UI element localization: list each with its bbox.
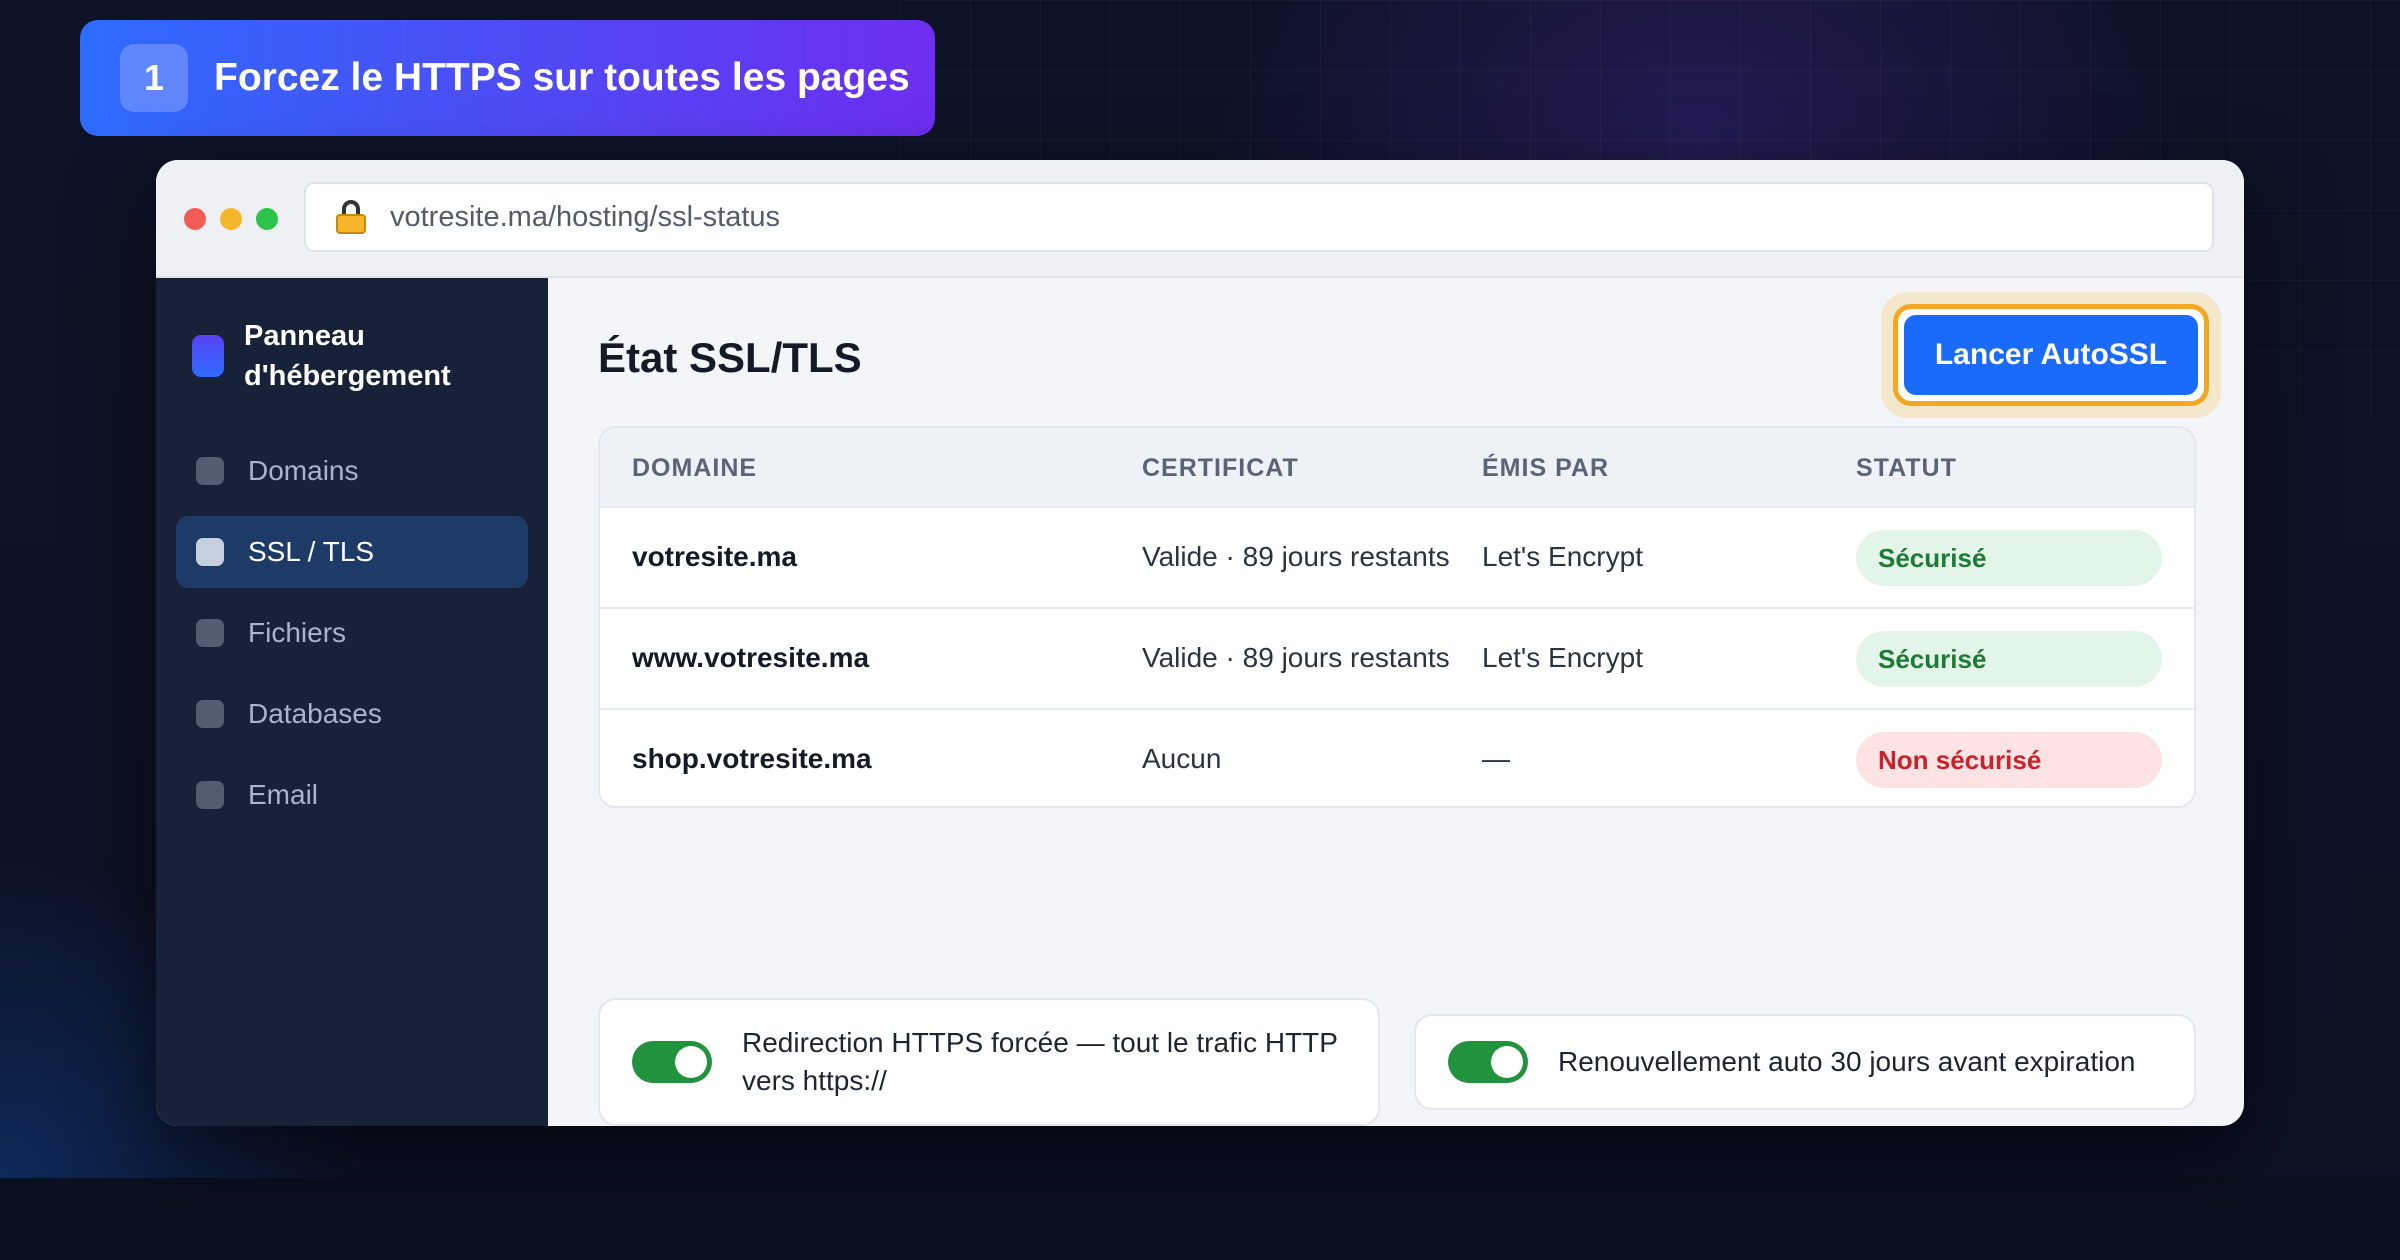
database-icon bbox=[196, 700, 224, 728]
page-title: État SSL/TLS bbox=[598, 334, 862, 381]
brand-name: Panneau d'hébergement bbox=[244, 320, 451, 392]
status-badge: Non sécurisé bbox=[1856, 732, 2162, 788]
domain-cell: votresite.ma bbox=[632, 541, 797, 572]
sidebar-item-domains[interactable]: Domains bbox=[176, 435, 528, 507]
domain-cell: www.votresite.ma bbox=[632, 642, 870, 673]
https-redirect-card: Redirection HTTPS forcée — tout le trafi… bbox=[598, 998, 1380, 1126]
auto-renewal-card: Renouvellement auto 30 jours avant expir… bbox=[1414, 1014, 2196, 1110]
url-text[interactable]: votresite.ma/hosting/ssl-status bbox=[390, 201, 780, 234]
launch-autossl-button[interactable]: Lancer AutoSSL bbox=[1904, 315, 2198, 395]
sidebar-item-label: Domains bbox=[248, 455, 359, 486]
autossl-button-frame: Lancer AutoSSL bbox=[1893, 304, 2209, 406]
ssl-icon bbox=[196, 538, 224, 566]
status-badge: Sécurisé bbox=[1856, 631, 2162, 687]
https-redirect-label: Redirection HTTPS forcée — tout le trafi… bbox=[742, 1027, 1338, 1096]
auto-renewal-toggle[interactable] bbox=[1448, 1041, 1528, 1083]
sidebar-item-label: Email bbox=[248, 779, 319, 810]
issuer-cell: Let's Encrypt bbox=[1482, 541, 1643, 572]
sidebar-item-label: Fichiers bbox=[248, 617, 347, 648]
auto-renewal-label: Renouvellement auto 30 jours avant expir… bbox=[1558, 1046, 2136, 1077]
issuer-cell: Let's Encrypt bbox=[1482, 642, 1643, 673]
brand-logo-icon bbox=[192, 335, 224, 377]
email-icon bbox=[196, 781, 224, 809]
table-row: shop.votresite.ma Aucun — Non sécurisé bbox=[600, 708, 2194, 806]
toggle-knob bbox=[675, 1046, 707, 1078]
certificate-cell: Valide · 89 jours restants bbox=[1142, 642, 1450, 673]
brand: Panneau d'hébergement bbox=[192, 316, 484, 396]
column-header-issuer: ÉMIS PAR bbox=[1482, 454, 1609, 482]
sidebar-item-label: SSL / TLS bbox=[248, 536, 375, 567]
column-header-domain: DOMAINE bbox=[632, 454, 758, 482]
certificate-cell: Valide · 89 jours restants bbox=[1142, 541, 1450, 572]
lock-icon bbox=[336, 200, 366, 234]
sidebar-item-fichiers[interactable]: Fichiers bbox=[176, 597, 528, 669]
domains-icon bbox=[196, 457, 224, 485]
sidebar-item-email[interactable]: Email bbox=[176, 759, 528, 831]
table-row: votresite.ma Valide · 89 jours restants … bbox=[600, 506, 2194, 607]
table-header: DOMAINE CERTIFICAT ÉMIS PAR STATUT bbox=[600, 428, 2194, 508]
close-window-dot-icon[interactable] bbox=[184, 208, 206, 230]
sidebar-item-label: Databases bbox=[248, 698, 382, 729]
step-number-badge: 1 bbox=[120, 44, 188, 112]
step-banner: 1 Forcez le HTTPS sur toutes les pages bbox=[80, 20, 935, 136]
minimize-window-dot-icon[interactable] bbox=[220, 208, 242, 230]
column-header-certificate: CERTIFICAT bbox=[1142, 454, 1299, 482]
browser-window: votresite.ma/hosting/ssl-status Panneau … bbox=[156, 160, 2244, 1126]
sidebar: Panneau d'hébergement Domains SSL / TLS … bbox=[156, 278, 548, 1126]
step-title: Forcez le HTTPS sur toutes les pages bbox=[214, 56, 910, 99]
browser-titlebar: votresite.ma/hosting/ssl-status bbox=[156, 160, 2244, 278]
sidebar-item-databases[interactable]: Databases bbox=[176, 678, 528, 750]
ssl-status-table: DOMAINE CERTIFICAT ÉMIS PAR STATUT votre… bbox=[598, 426, 2196, 808]
domain-cell: shop.votresite.ma bbox=[632, 743, 872, 774]
sidebar-item-ssl-tls[interactable]: SSL / TLS bbox=[176, 516, 528, 588]
column-header-status: STATUT bbox=[1856, 454, 1957, 482]
address-bar[interactable]: votresite.ma/hosting/ssl-status bbox=[304, 182, 2214, 252]
bottom-band bbox=[0, 1178, 2400, 1260]
autossl-highlight: Lancer AutoSSL bbox=[1881, 292, 2221, 418]
toggle-knob bbox=[1491, 1046, 1523, 1078]
table-row: www.votresite.ma Valide · 89 jours resta… bbox=[600, 607, 2194, 708]
main-content: État SSL/TLS Lancer AutoSSL DOMAINE CERT… bbox=[548, 278, 2244, 1126]
files-icon bbox=[196, 619, 224, 647]
maximize-window-dot-icon[interactable] bbox=[256, 208, 278, 230]
certificate-cell: Aucun bbox=[1142, 743, 1222, 774]
status-badge: Sécurisé bbox=[1856, 530, 2162, 586]
issuer-cell: — bbox=[1482, 743, 1510, 774]
https-redirect-toggle[interactable] bbox=[632, 1041, 712, 1083]
